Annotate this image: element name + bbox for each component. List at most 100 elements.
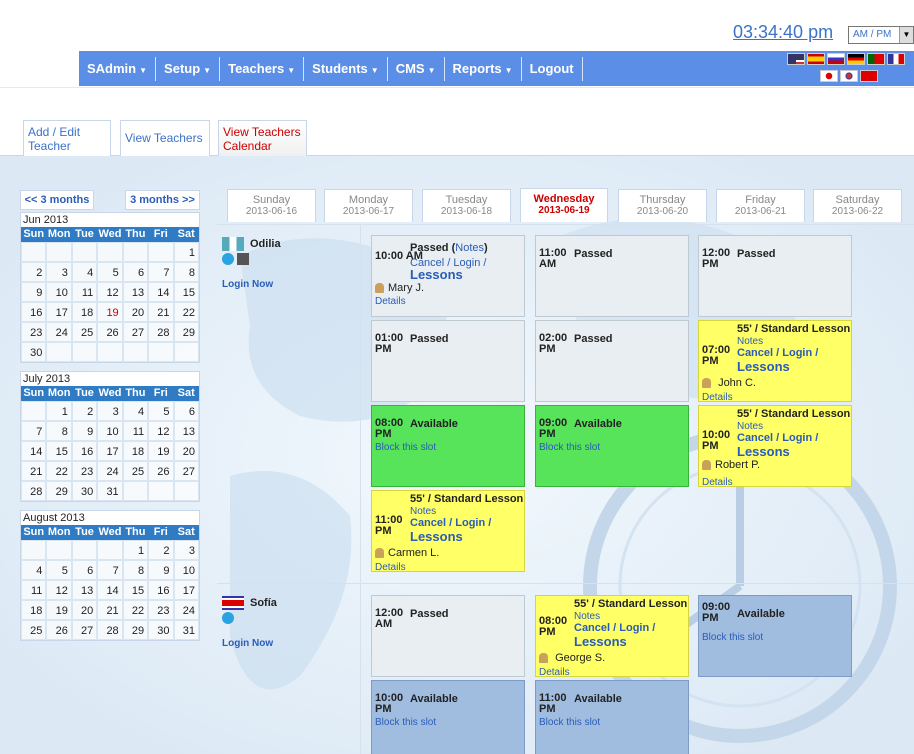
calendar-day[interactable]: 24	[46, 322, 72, 342]
day-header-thursday[interactable]: Thursday 2013-06-20	[618, 189, 707, 222]
nav-sadmin[interactable]: SAdmin ▼	[79, 56, 157, 81]
calendar-day[interactable]: 29	[122, 620, 149, 640]
calendar-day[interactable]: 11	[122, 421, 149, 441]
calendar-day[interactable]: 20	[173, 441, 199, 461]
calendar-day[interactable]: 9	[21, 282, 47, 302]
slot-lesson[interactable]: 55' / Standard Lesson Notes 11:00 PM Can…	[371, 490, 525, 573]
calendar-day[interactable]: 28	[21, 481, 47, 501]
flag-kr-icon[interactable]	[840, 70, 858, 82]
slot-passed[interactable]: 02:00 PM Passed	[535, 320, 689, 402]
calendar-day[interactable]: 30	[21, 342, 47, 362]
block-slot-link[interactable]: Block this slot	[539, 442, 600, 453]
details-link[interactable]: Details	[702, 477, 733, 488]
login-now-link[interactable]: Login Now	[222, 638, 364, 649]
calendar-day[interactable]: 23	[148, 600, 174, 620]
calendar-day[interactable]: 8	[173, 262, 199, 282]
skype-icon[interactable]	[222, 253, 234, 266]
calendar-day[interactable]: 1	[173, 242, 199, 262]
flag-de-icon[interactable]	[847, 53, 865, 65]
calendar-day[interactable]: 2	[71, 401, 98, 421]
lessons-link[interactable]: Lessons	[737, 444, 790, 459]
next-3-months-button[interactable]: 3 months >>	[125, 190, 200, 210]
tab-add-edit-teacher[interactable]: Add / Edit Teacher	[23, 120, 111, 156]
slot-available[interactable]: 09:00 PM Available Block this slot	[698, 595, 852, 677]
calendar-day[interactable]: 24	[97, 461, 123, 481]
calendar-day[interactable]: 30	[148, 620, 174, 640]
calendar-day[interactable]: 25	[21, 620, 47, 640]
calendar-day[interactable]: 13	[71, 580, 98, 600]
flag-fr-icon[interactable]	[887, 53, 905, 65]
calendar-day[interactable]: 18	[71, 302, 98, 322]
flag-ru-icon[interactable]	[827, 53, 845, 65]
day-header-friday[interactable]: Friday 2013-06-21	[716, 189, 805, 222]
calendar-day[interactable]: 23	[21, 322, 47, 342]
calendar-day[interactable]: 27	[122, 322, 149, 342]
calendar-day[interactable]: 7	[21, 421, 47, 441]
calendar-day[interactable]: 27	[71, 620, 98, 640]
nav-reports[interactable]: Reports ▼	[445, 56, 522, 81]
calendar-day[interactable]: 14	[97, 580, 123, 600]
cancel-link[interactable]: Cancel	[410, 517, 446, 529]
slot-available[interactable]: 10:00 PM Available Block this slot	[371, 680, 525, 754]
calendar-day[interactable]: 15	[173, 282, 199, 302]
lessons-link[interactable]: Lessons	[410, 529, 463, 544]
calendar-day[interactable]: 3	[97, 401, 123, 421]
calendar-day[interactable]: 16	[71, 441, 98, 461]
calendar-day[interactable]: 1	[122, 540, 149, 560]
slot-available[interactable]: 08:00 PM Available Block this slot	[371, 405, 525, 487]
calendar-day[interactable]: 6	[71, 560, 98, 580]
calendar-day[interactable]: 14	[21, 441, 47, 461]
calendar-day[interactable]: 18	[122, 441, 149, 461]
login-link[interactable]: Login	[619, 622, 649, 634]
nav-setup[interactable]: Setup ▼	[156, 56, 221, 81]
calendar-day[interactable]: 31	[173, 620, 199, 640]
cancel-link[interactable]: Cancel	[737, 347, 773, 359]
block-slot-link[interactable]: Block this slot	[702, 632, 763, 643]
calendar-day[interactable]: 21	[148, 302, 174, 322]
login-now-link[interactable]: Login Now	[222, 279, 364, 290]
calendar-day[interactable]: 6	[122, 262, 149, 282]
calendar-day[interactable]: 11	[21, 580, 47, 600]
block-slot-link[interactable]: Block this slot	[375, 442, 436, 453]
calendar-day[interactable]: 14	[148, 282, 174, 302]
block-slot-link[interactable]: Block this slot	[539, 717, 600, 728]
nav-students[interactable]: Students ▼	[304, 56, 388, 81]
calendar-day[interactable]: 21	[21, 461, 47, 481]
slot-passed[interactable]: 01:00 PM Passed	[371, 320, 525, 402]
calendar-day[interactable]: 17	[173, 580, 199, 600]
calendar-day[interactable]: 8	[122, 560, 149, 580]
calendar-day[interactable]: 29	[173, 322, 199, 342]
calendar-day[interactable]: 19	[46, 600, 72, 620]
calendar-day[interactable]: 7	[148, 262, 174, 282]
calendar-day[interactable]: 26	[97, 322, 123, 342]
day-header-sunday[interactable]: Sunday 2013-06-16	[227, 189, 316, 222]
calendar-day[interactable]: 20	[71, 600, 98, 620]
calendar-day[interactable]: 30	[71, 481, 98, 501]
calendar-day[interactable]: 26	[46, 620, 72, 640]
calendar-day[interactable]: 1	[46, 401, 72, 421]
slot-passed[interactable]: 10:00 AM Passed (Notes) Cancel / Login /…	[371, 235, 525, 317]
notes-link[interactable]: Notes	[410, 506, 436, 517]
video-icon[interactable]	[237, 253, 250, 266]
slot-passed[interactable]: 12:00 PM Passed	[698, 235, 852, 317]
calendar-day[interactable]: 11	[71, 282, 98, 302]
slot-lesson[interactable]: 55' / Standard Lesson Notes 07:00 PM Can…	[698, 320, 852, 403]
details-link[interactable]: Details	[375, 562, 406, 573]
slot-available[interactable]: 11:00 PM Available Block this slot	[535, 680, 689, 754]
prev-3-months-button[interactable]: << 3 months	[20, 190, 94, 210]
calendar-day[interactable]: 2	[148, 540, 174, 560]
calendar-day[interactable]: 25	[122, 461, 149, 481]
flag-es-icon[interactable]	[807, 53, 825, 65]
slot-available[interactable]: 09:00 PM Available Block this slot	[535, 405, 689, 487]
nav-logout[interactable]: Logout	[522, 56, 583, 81]
calendar-day[interactable]: 16	[21, 302, 47, 322]
calendar-day[interactable]: 13	[173, 421, 199, 441]
calendar-day[interactable]: 26	[148, 461, 174, 481]
calendar-day[interactable]: 19	[97, 302, 123, 322]
calendar-day[interactable]: 18	[21, 600, 47, 620]
calendar-day[interactable]: 16	[148, 580, 174, 600]
day-header-saturday[interactable]: Saturday 2013-06-22	[813, 189, 902, 222]
calendar-day[interactable]: 28	[97, 620, 123, 640]
tab-view-teachers[interactable]: View Teachers	[120, 120, 210, 156]
calendar-day[interactable]: 9	[148, 560, 174, 580]
